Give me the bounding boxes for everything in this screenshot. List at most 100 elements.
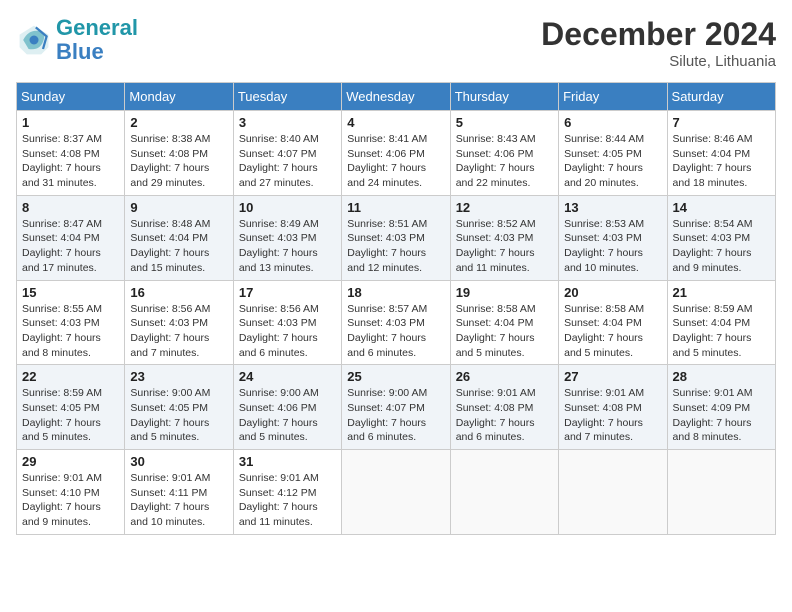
calendar-day-cell: [450, 450, 558, 535]
calendar-day-cell: 10Sunrise: 8:49 AM Sunset: 4:03 PM Dayli…: [233, 195, 341, 280]
day-number: 22: [22, 369, 119, 384]
day-number: 6: [564, 115, 661, 130]
calendar-day-cell: 5Sunrise: 8:43 AM Sunset: 4:06 PM Daylig…: [450, 111, 558, 196]
calendar-day-cell: 4 Sunrise: 8:41 AM Sunset: 4:06 PM Daylig…: [342, 111, 450, 196]
day-info: Sunrise: 9:01 AM Sunset: 4:10 PM Dayligh…: [22, 471, 119, 530]
day-number: 30: [130, 454, 227, 469]
day-info: Sunrise: 8:58 AM Sunset: 4:04 PM Dayligh…: [564, 302, 661, 361]
day-number: 12: [456, 200, 553, 215]
day-info: Sunrise: 8:54 AM Sunset: 4:03 PM Dayligh…: [673, 217, 770, 276]
calendar-day-cell: 26 Sunrise: 9:01 AM Sunset: 4:08 PM Dayli…: [450, 365, 558, 450]
calendar-day-cell: 13 Sunrise: 8:53 AM Sunset: 4:03 PM Dayli…: [559, 195, 667, 280]
weekday-header-cell: Monday: [125, 83, 233, 111]
day-number: 26: [456, 369, 553, 384]
day-number: 14: [673, 200, 770, 215]
day-number: 23: [130, 369, 227, 384]
day-number: 17: [239, 285, 336, 300]
day-number: 24: [239, 369, 336, 384]
calendar-day-cell: 19Sunrise: 8:58 AM Sunset: 4:04 PM Dayli…: [450, 280, 558, 365]
day-info: Sunrise: 8:52 AM Sunset: 4:03 PM Dayligh…: [456, 217, 553, 276]
day-info: Sunrise: 8:55 AM Sunset: 4:03 PM Dayligh…: [22, 302, 119, 361]
logo-text: General Blue: [56, 16, 138, 64]
day-number: 8: [22, 200, 119, 215]
calendar-day-cell: 17 Sunrise: 8:56 AM Sunset: 4:03 PM Dayli…: [233, 280, 341, 365]
weekday-header-cell: Wednesday: [342, 83, 450, 111]
day-info: Sunrise: 8:58 AM Sunset: 4:04 PM Dayligh…: [456, 302, 553, 361]
day-number: 20: [564, 285, 661, 300]
day-info: Sunrise: 8:56 AM Sunset: 4:03 PM Dayligh…: [130, 302, 227, 361]
calendar-day-cell: 1Sunrise: 8:37 AM Sunset: 4:08 PM Daylig…: [17, 111, 125, 196]
day-number: 27: [564, 369, 661, 384]
weekday-header-cell: Tuesday: [233, 83, 341, 111]
calendar-day-cell: 14 Sunrise: 8:54 AM Sunset: 4:03 PM Dayli…: [667, 195, 775, 280]
day-number: 13: [564, 200, 661, 215]
calendar-week-row: 22Sunrise: 8:59 AM Sunset: 4:05 PM Dayli…: [17, 365, 776, 450]
calendar-week-row: 15 Sunrise: 8:55 AM Sunset: 4:03 PM Dayli…: [17, 280, 776, 365]
day-number: 18: [347, 285, 444, 300]
weekday-header-cell: Sunday: [17, 83, 125, 111]
day-number: 31: [239, 454, 336, 469]
day-number: 10: [239, 200, 336, 215]
day-info: Sunrise: 8:59 AM Sunset: 4:04 PM Dayligh…: [673, 302, 770, 361]
day-info: Sunrise: 8:41 AM Sunset: 4:06 PM Dayligh…: [347, 132, 444, 191]
calendar-day-cell: 6 Sunrise: 8:44 AM Sunset: 4:05 PM Daylig…: [559, 111, 667, 196]
calendar-day-cell: 25Sunrise: 9:00 AM Sunset: 4:07 PM Dayli…: [342, 365, 450, 450]
location-title: Silute, Lithuania: [541, 53, 776, 70]
calendar-day-cell: 20 Sunrise: 8:58 AM Sunset: 4:04 PM Dayli…: [559, 280, 667, 365]
day-number: 3: [239, 115, 336, 130]
day-info: Sunrise: 8:56 AM Sunset: 4:03 PM Dayligh…: [239, 302, 336, 361]
calendar-day-cell: 29 Sunrise: 9:01 AM Sunset: 4:10 PM Dayli…: [17, 450, 125, 535]
calendar-day-cell: 22Sunrise: 8:59 AM Sunset: 4:05 PM Dayli…: [17, 365, 125, 450]
calendar-day-cell: [667, 450, 775, 535]
day-info: Sunrise: 8:38 AM Sunset: 4:08 PM Dayligh…: [130, 132, 227, 191]
calendar-day-cell: 28 Sunrise: 9:01 AM Sunset: 4:09 PM Dayli…: [667, 365, 775, 450]
calendar-week-row: 29 Sunrise: 9:01 AM Sunset: 4:10 PM Dayli…: [17, 450, 776, 535]
month-year-title: December 2024: [541, 16, 776, 53]
calendar-day-cell: 18Sunrise: 8:57 AM Sunset: 4:03 PM Dayli…: [342, 280, 450, 365]
weekday-header-row: SundayMondayTuesdayWednesdayThursdayFrid…: [17, 83, 776, 111]
day-info: Sunrise: 9:00 AM Sunset: 4:07 PM Dayligh…: [347, 386, 444, 445]
day-info: Sunrise: 8:40 AM Sunset: 4:07 PM Dayligh…: [239, 132, 336, 191]
calendar-day-cell: 8 Sunrise: 8:47 AM Sunset: 4:04 PM Daylig…: [17, 195, 125, 280]
calendar-day-cell: 30Sunrise: 9:01 AM Sunset: 4:11 PM Dayli…: [125, 450, 233, 535]
day-number: 21: [673, 285, 770, 300]
day-info: Sunrise: 8:44 AM Sunset: 4:05 PM Dayligh…: [564, 132, 661, 191]
day-number: 16: [130, 285, 227, 300]
calendar-day-cell: 27 Sunrise: 9:01 AM Sunset: 4:08 PM Dayli…: [559, 365, 667, 450]
day-info: Sunrise: 8:53 AM Sunset: 4:03 PM Dayligh…: [564, 217, 661, 276]
day-info: Sunrise: 9:01 AM Sunset: 4:09 PM Dayligh…: [673, 386, 770, 445]
calendar-day-cell: 12 Sunrise: 8:52 AM Sunset: 4:03 PM Dayli…: [450, 195, 558, 280]
calendar-day-cell: 21 Sunrise: 8:59 AM Sunset: 4:04 PM Dayli…: [667, 280, 775, 365]
calendar-day-cell: [342, 450, 450, 535]
calendar-day-cell: 9Sunrise: 8:48 AM Sunset: 4:04 PM Daylig…: [125, 195, 233, 280]
day-info: Sunrise: 8:46 AM Sunset: 4:04 PM Dayligh…: [673, 132, 770, 191]
day-number: 1: [22, 115, 119, 130]
title-block: December 2024 Silute, Lithuania: [541, 16, 776, 70]
calendar-day-cell: 31 Sunrise: 9:01 AM Sunset: 4:12 PM Dayli…: [233, 450, 341, 535]
day-info: Sunrise: 9:00 AM Sunset: 4:06 PM Dayligh…: [239, 386, 336, 445]
day-info: Sunrise: 9:01 AM Sunset: 4:08 PM Dayligh…: [564, 386, 661, 445]
day-info: Sunrise: 9:00 AM Sunset: 4:05 PM Dayligh…: [130, 386, 227, 445]
day-info: Sunrise: 8:47 AM Sunset: 4:04 PM Dayligh…: [22, 217, 119, 276]
day-number: 9: [130, 200, 227, 215]
day-number: 4: [347, 115, 444, 130]
calendar-week-row: 1Sunrise: 8:37 AM Sunset: 4:08 PM Daylig…: [17, 111, 776, 196]
page-header: General Blue December 2024 Silute, Lithu…: [16, 16, 776, 70]
day-info: Sunrise: 8:51 AM Sunset: 4:03 PM Dayligh…: [347, 217, 444, 276]
day-number: 28: [673, 369, 770, 384]
day-info: Sunrise: 9:01 AM Sunset: 4:12 PM Dayligh…: [239, 471, 336, 530]
day-number: 29: [22, 454, 119, 469]
day-number: 2: [130, 115, 227, 130]
weekday-header-cell: Thursday: [450, 83, 558, 111]
calendar-day-cell: 15 Sunrise: 8:55 AM Sunset: 4:03 PM Dayli…: [17, 280, 125, 365]
calendar-day-cell: 24 Sunrise: 9:00 AM Sunset: 4:06 PM Dayli…: [233, 365, 341, 450]
calendar-day-cell: 2 Sunrise: 8:38 AM Sunset: 4:08 PM Daylig…: [125, 111, 233, 196]
day-info: Sunrise: 9:01 AM Sunset: 4:08 PM Dayligh…: [456, 386, 553, 445]
calendar-day-cell: 11Sunrise: 8:51 AM Sunset: 4:03 PM Dayli…: [342, 195, 450, 280]
logo-icon: [16, 22, 52, 58]
day-number: 5: [456, 115, 553, 130]
day-number: 7: [673, 115, 770, 130]
calendar-day-cell: 3 Sunrise: 8:40 AM Sunset: 4:07 PM Daylig…: [233, 111, 341, 196]
day-number: 15: [22, 285, 119, 300]
calendar-day-cell: 16 Sunrise: 8:56 AM Sunset: 4:03 PM Dayli…: [125, 280, 233, 365]
